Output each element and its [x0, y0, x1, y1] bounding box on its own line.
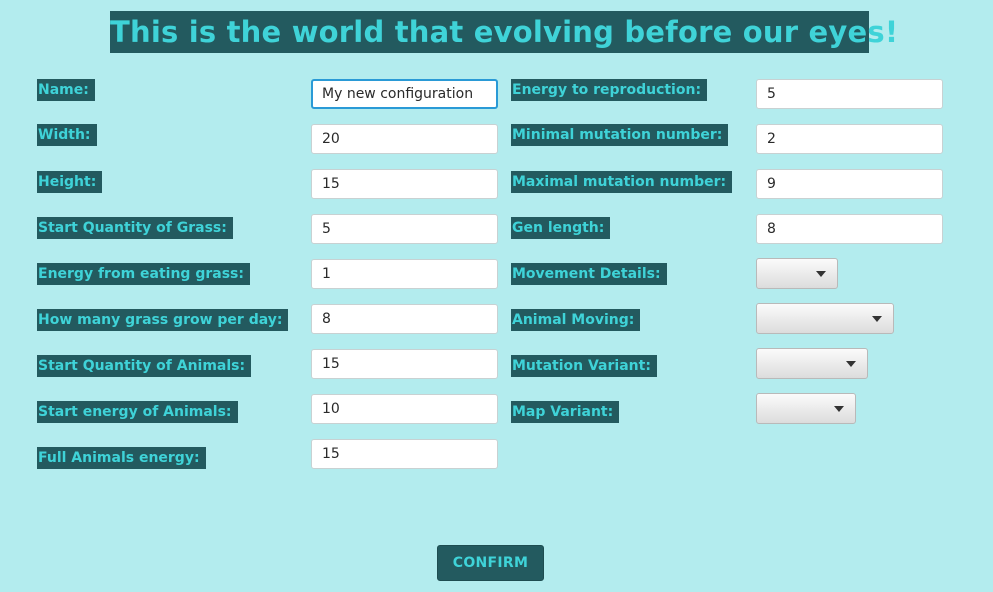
movement-details-select[interactable] — [756, 258, 838, 289]
min-mutation-input[interactable] — [756, 124, 943, 154]
width-label: Width: — [37, 124, 97, 146]
full-energy-label: Full Animals energy: — [37, 447, 206, 469]
map-variant-select[interactable] — [756, 393, 856, 424]
chevron-down-icon — [872, 316, 882, 322]
reproduction-energy-input[interactable] — [756, 79, 943, 109]
chevron-down-icon — [816, 271, 826, 277]
start-grass-label: Start Quantity of Grass: — [37, 217, 233, 239]
mutation-variant-label: Mutation Variant: — [511, 355, 657, 377]
grass-growth-label: How many grass grow per day: — [37, 309, 289, 331]
name-label: Name: — [37, 79, 95, 101]
mutation-variant-select[interactable] — [756, 348, 868, 379]
chevron-down-icon — [834, 406, 844, 412]
max-mutation-input[interactable] — [756, 169, 943, 199]
grass-energy-label: Energy from eating grass: — [37, 263, 250, 285]
min-mutation-label: Minimal mutation number: — [511, 124, 729, 146]
grass-energy-input[interactable] — [311, 259, 498, 289]
start-energy-label: Start energy of Animals: — [37, 401, 238, 423]
chevron-down-icon — [846, 361, 856, 367]
gen-length-label: Gen length: — [511, 217, 611, 239]
start-animals-label: Start Quantity of Animals: — [37, 355, 252, 377]
grass-growth-input[interactable] — [311, 304, 498, 334]
animal-moving-label: Animal Moving: — [511, 309, 641, 331]
map-variant-label: Map Variant: — [511, 401, 620, 423]
name-input[interactable] — [311, 79, 498, 109]
start-grass-input[interactable] — [311, 214, 498, 244]
gen-length-input[interactable] — [756, 214, 943, 244]
movement-details-label: Movement Details: — [511, 263, 667, 285]
start-energy-input[interactable] — [311, 394, 498, 424]
page-title: This is the world that evolving before o… — [110, 11, 898, 53]
full-energy-input[interactable] — [311, 439, 498, 469]
reproduction-energy-label: Energy to reproduction: — [511, 79, 708, 101]
max-mutation-label: Maximal mutation number: — [511, 171, 733, 193]
start-animals-input[interactable] — [311, 349, 498, 379]
confirm-button[interactable]: CONFIRM — [437, 545, 544, 581]
animal-moving-select[interactable] — [756, 303, 894, 334]
height-label: Height: — [37, 171, 103, 193]
width-input[interactable] — [311, 124, 498, 154]
height-input[interactable] — [311, 169, 498, 199]
